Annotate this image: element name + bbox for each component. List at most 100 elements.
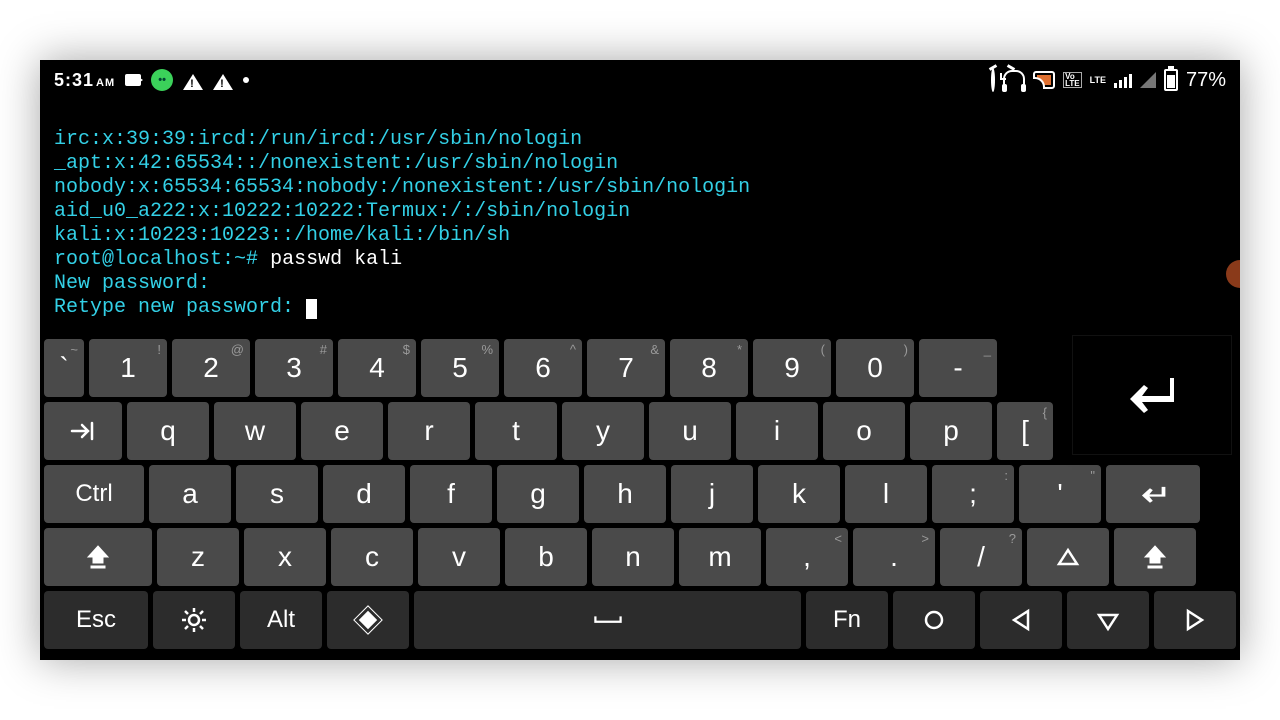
key-dash[interactable]: _-: [919, 339, 997, 397]
enter-key-preview[interactable]: [1072, 335, 1232, 455]
signal-bars-icon: [1114, 72, 1132, 88]
battery-percent: 77%: [1186, 69, 1226, 92]
terminal-command: passwd kali: [270, 248, 402, 271]
key-p[interactable]: p: [910, 402, 992, 460]
phone-screen: 5:31AM •• Vo LTE LTE 77% irc:x:39:39:irc…: [40, 60, 1240, 660]
key-arrow-down[interactable]: [1067, 591, 1149, 649]
volte-icon: Vo LTE: [1063, 72, 1082, 88]
key-l[interactable]: l: [845, 465, 927, 523]
key-arrow-up[interactable]: [1027, 528, 1109, 586]
terminal-prompt: root@localhost:~#: [54, 248, 258, 271]
alarm-icon: [991, 70, 995, 91]
terminal-line: irc:x:39:39:ircd:/run/ircd:/usr/sbin/nol…: [54, 128, 582, 151]
key-n[interactable]: n: [592, 528, 674, 586]
key-space[interactable]: [414, 591, 801, 649]
key-meta[interactable]: [327, 591, 409, 649]
triangle-left-icon: [1006, 605, 1036, 635]
triangle-right-icon: [1180, 605, 1210, 635]
key-comma[interactable]: <,: [766, 528, 848, 586]
key-u[interactable]: u: [649, 402, 731, 460]
key-e[interactable]: e: [301, 402, 383, 460]
headphones-icon: [1003, 70, 1025, 90]
key-i[interactable]: i: [736, 402, 818, 460]
key-9[interactable]: (9: [753, 339, 831, 397]
key-shift-left[interactable]: [44, 528, 152, 586]
key-m[interactable]: m: [679, 528, 761, 586]
battery-icon: [1164, 69, 1178, 91]
shift-icon: [1140, 542, 1170, 572]
key-z[interactable]: z: [157, 528, 239, 586]
key-5[interactable]: %5: [421, 339, 499, 397]
key-arrow-right[interactable]: [1154, 591, 1236, 649]
key-w[interactable]: w: [214, 402, 296, 460]
key-d[interactable]: d: [323, 465, 405, 523]
key-6[interactable]: ^6: [504, 339, 582, 397]
key-4[interactable]: $4: [338, 339, 416, 397]
key-backtick[interactable]: ~`: [44, 339, 84, 397]
key-q[interactable]: q: [127, 402, 209, 460]
key-3[interactable]: #3: [255, 339, 333, 397]
cast-icon: [1033, 71, 1055, 89]
key-quote[interactable]: "': [1019, 465, 1101, 523]
key-g[interactable]: g: [497, 465, 579, 523]
key-nav-circle[interactable]: [893, 591, 975, 649]
key-arrow-left[interactable]: [980, 591, 1062, 649]
status-bar: 5:31AM •• Vo LTE LTE 77%: [40, 60, 1240, 100]
key-ctrl[interactable]: Ctrl: [44, 465, 144, 523]
terminal-line: nobody:x:65534:65534:nobody:/nonexistent…: [54, 176, 750, 199]
key-period[interactable]: >.: [853, 528, 935, 586]
key-shift-right[interactable]: [1114, 528, 1196, 586]
key-j[interactable]: j: [671, 465, 753, 523]
signal-empty-icon: [1140, 72, 1156, 88]
key-a[interactable]: a: [149, 465, 231, 523]
diamond-icon: [353, 605, 383, 635]
key-x[interactable]: x: [244, 528, 326, 586]
key-settings[interactable]: [153, 591, 235, 649]
key-tab[interactable]: [44, 402, 122, 460]
warning-icon: [213, 64, 233, 90]
terminal-line: aid_u0_a222:x:10222:10222:Termux:/:/sbin…: [54, 200, 630, 223]
shift-icon: [83, 542, 113, 572]
key-h[interactable]: h: [584, 465, 666, 523]
key-slash[interactable]: ?/: [940, 528, 1022, 586]
key-2[interactable]: @2: [172, 339, 250, 397]
key-k[interactable]: k: [758, 465, 840, 523]
status-time: 5:31AM: [54, 70, 115, 91]
key-enter[interactable]: [1106, 465, 1200, 523]
terminal-line: kali:x:10223:10223::/home/kali:/bin/sh: [54, 224, 510, 247]
key-8[interactable]: *8: [670, 339, 748, 397]
triangle-up-icon: [1053, 542, 1083, 572]
key-t[interactable]: t: [475, 402, 557, 460]
terminal-line: New password:: [54, 272, 210, 295]
key-0[interactable]: )0: [836, 339, 914, 397]
on-screen-keyboard: ~` !1 @2 #3 $4 %5 ^6 &7 *8 (9 )0 _- q w …: [40, 335, 1240, 660]
key-v[interactable]: v: [418, 528, 500, 586]
status-bar-left: 5:31AM ••: [54, 67, 249, 93]
key-f[interactable]: f: [410, 465, 492, 523]
key-alt[interactable]: Alt: [240, 591, 322, 649]
key-bracket-left[interactable]: {[: [997, 402, 1053, 460]
key-semicolon[interactable]: :;: [932, 465, 1014, 523]
key-fn[interactable]: Fn: [806, 591, 888, 649]
cursor-icon: [306, 299, 317, 319]
key-1[interactable]: !1: [89, 339, 167, 397]
status-bar-right: Vo LTE LTE 77%: [991, 69, 1226, 92]
tab-icon: [68, 416, 98, 446]
key-c[interactable]: c: [331, 528, 413, 586]
key-r[interactable]: r: [388, 402, 470, 460]
enter-icon: [1138, 479, 1168, 509]
key-b[interactable]: b: [505, 528, 587, 586]
key-esc[interactable]: Esc: [44, 591, 148, 649]
terminal-output[interactable]: irc:x:39:39:ircd:/run/ircd:/usr/sbin/nol…: [40, 100, 1240, 328]
key-y[interactable]: y: [562, 402, 644, 460]
lte-icon: LTE: [1090, 76, 1106, 84]
warning-icon: [183, 64, 203, 90]
key-o[interactable]: o: [823, 402, 905, 460]
triangle-down-icon: [1093, 605, 1123, 635]
space-icon: [588, 611, 628, 629]
camera-icon: [125, 74, 141, 86]
key-7[interactable]: &7: [587, 339, 665, 397]
app-status-icon: ••: [151, 69, 173, 91]
terminal-line: Retype new password:: [54, 296, 294, 319]
key-s[interactable]: s: [236, 465, 318, 523]
